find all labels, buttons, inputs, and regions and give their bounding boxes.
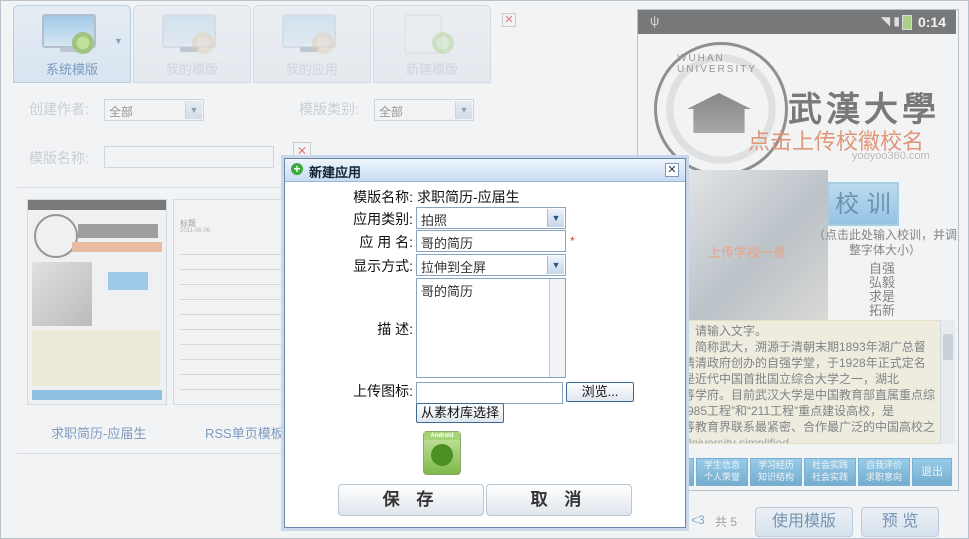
app-category-label: 应用类别: (353, 211, 413, 227)
close-icon[interactable]: ✕ (665, 163, 679, 177)
required-mark: * (570, 234, 575, 248)
description-textarea[interactable]: 哥的简历 (416, 278, 566, 378)
template-name-value: 求职简历-应届生 (417, 189, 520, 205)
android-icon: Android (423, 431, 461, 475)
upload-file-input[interactable] (416, 382, 563, 404)
add-icon: + (291, 163, 303, 175)
app-name-value: 哥的简历 (421, 236, 474, 251)
description-label: 描 述: (377, 321, 413, 337)
app-name-input[interactable]: 哥的简历 (416, 230, 566, 252)
display-mode-label: 显示方式: (353, 258, 413, 274)
chevron-down-icon: ▼ (547, 256, 564, 274)
new-app-dialog: + 新建应用 ✕ 模版名称: 求职简历-应届生 应用类别: 拍照 ▼ 应 用 名:… (284, 158, 686, 528)
material-library-button[interactable]: 从素材库选择 (416, 403, 504, 423)
description-value: 哥的简历 (421, 284, 474, 299)
upload-icon-label: 上传图标: (353, 383, 413, 399)
app-category-select[interactable]: 拍照 ▼ (416, 207, 566, 229)
dialog-titlebar: + 新建应用 ✕ (285, 159, 685, 182)
display-mode-select[interactable]: 拉伸到全屏 ▼ (416, 254, 566, 276)
app-category-value: 拍照 (421, 213, 448, 228)
save-button[interactable]: 保 存 (338, 484, 484, 516)
display-mode-value: 拉伸到全屏 (421, 260, 487, 275)
browse-button[interactable]: 浏览... (566, 382, 634, 402)
app-name-label: 应 用 名: (359, 234, 413, 250)
template-name-label: 模版名称: (353, 189, 413, 205)
icon-caption: Android (424, 432, 460, 440)
cancel-button[interactable]: 取 消 (486, 484, 632, 516)
scrollbar[interactable] (549, 279, 565, 377)
chevron-down-icon: ▼ (547, 209, 564, 227)
dialog-title: 新建应用 (309, 165, 362, 180)
